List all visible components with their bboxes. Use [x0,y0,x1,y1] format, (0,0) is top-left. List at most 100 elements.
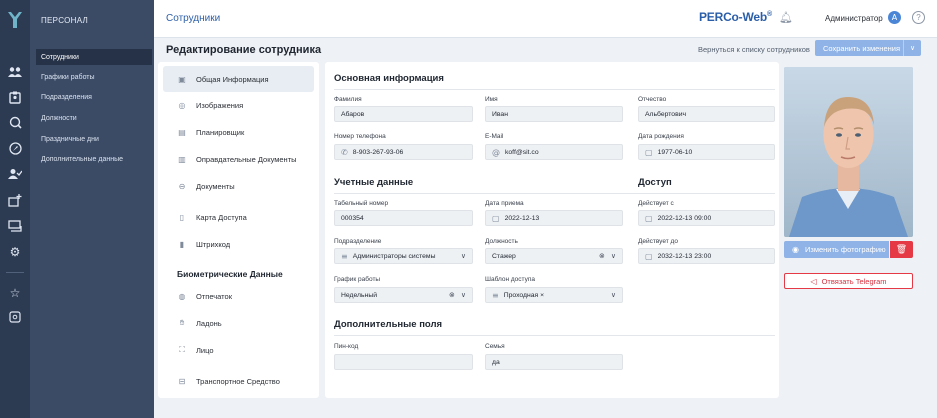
id-badge-icon[interactable] [7,89,23,105]
patronymic-value: Альбертович [645,110,687,118]
save-button[interactable]: Сохранить изменения ∨ [815,40,921,56]
sidebar-item-additional-data[interactable]: Дополнительные данные [36,151,152,167]
birth-date-value: 1977-06-10 [657,148,693,156]
settings-gear-icon[interactable]: ⚙ [7,244,23,260]
calendar-icon: ▢ [645,251,653,261]
nav-documents[interactable]: ⊖ Документы [163,173,314,199]
nav-palm[interactable]: ✋︎ Ладонь [163,310,314,336]
add-device-icon[interactable] [7,192,23,208]
monitor-icon[interactable] [7,218,23,234]
bell-icon[interactable]: 🔔︎ [779,11,793,24]
change-photo-button[interactable]: ◉ Изменить фотографию [784,241,889,258]
nav-scheduler[interactable]: ▤ Планировщик [163,119,314,145]
chevron-down-icon[interactable]: ∨ [611,291,616,299]
hire-date-field[interactable]: ▢ 2022-12-13 [485,210,623,226]
last-name-field[interactable]: Абаров [334,106,473,122]
first-name-label: Имя [485,96,498,103]
email-field[interactable]: @ koff@sit.co [485,144,623,160]
birth-date-field[interactable]: ▢ 1977-06-10 [638,144,775,160]
star-icon[interactable]: ☆ [7,285,23,301]
telegram-icon: ◁ [810,276,817,286]
patronymic-label: Отчество [638,96,667,103]
sidebar-item-label: Сотрудники [41,53,79,61]
position-select[interactable]: Стажер ⊗ ∨ [485,248,623,264]
family-value: да [492,358,500,366]
schedule-select[interactable]: Недельный ⊗ ∨ [334,287,473,303]
sidebar-item-holidays[interactable]: Праздничные дни [36,131,152,147]
nav-label: Карта Доступа [196,212,247,222]
schedule-label: График работы [334,276,381,283]
nav-justification-docs[interactable]: ▥ Оправдательные Документы [163,146,314,172]
personnel-number-field[interactable]: 000354 [334,210,473,226]
chevron-down-icon[interactable]: ∨ [461,291,466,299]
valid-to-label: Действует до [638,238,678,245]
sidebar-item-schedules[interactable]: Графики работы [36,69,152,85]
extra-fields-title: Дополнительные поля [334,319,443,330]
help-icon[interactable]: ? [912,11,925,24]
nav-label: Оправдательные Документы [196,154,297,164]
access-template-tag[interactable]: Проходная × [504,292,544,299]
nav-vehicle[interactable]: ⊟ Транспортное Средство [163,368,314,394]
barcode-icon: ▮ [179,239,185,249]
back-to-list-link[interactable]: Вернуться к списку сотрудников [698,45,810,54]
patronymic-field[interactable]: Альбертович [638,106,775,122]
chevron-down-icon[interactable]: ∨ [611,252,616,260]
valid-from-field[interactable]: ▢ 2022-12-13 09:00 [638,210,775,226]
nav-label: Отпечаток [196,291,232,301]
brand-text: PERCo-Web [699,10,767,24]
rail-divider [6,272,24,273]
nav-general-info[interactable]: ▣ Общая Информация [163,66,314,92]
valid-from-label: Действует с [638,200,674,207]
access-title: Доступ [638,177,672,188]
clear-icon[interactable]: ⊗ [449,291,455,299]
clear-icon[interactable]: ⊗ [599,252,605,260]
nav-barcode[interactable]: ▮ Штрихкод [163,231,314,257]
calendar-icon: ▢ [645,147,653,157]
access-template-select[interactable]: ≡ Проходная × ∨ [485,287,623,303]
chevron-down-icon[interactable]: ∨ [461,252,466,260]
first-name-field[interactable]: Иван [485,106,623,122]
position-label: Должность [485,238,518,245]
department-select[interactable]: ≡ Администраторы системы ∨ [334,248,473,264]
perco-logo[interactable] [0,0,30,40]
palm-icon: ✋︎ [179,318,185,327]
calendar-icon: ▢ [645,213,653,223]
access-point-icon[interactable] [7,114,23,130]
card-icon: ▣ [178,74,186,84]
email-label: E-Mail [485,133,504,140]
family-field[interactable]: да [485,354,623,370]
compass-icon[interactable] [7,140,23,156]
list-icon: ≡ [492,290,499,300]
last-name-label: Фамилия [334,96,362,103]
phone-label: Номер телефона [334,133,386,140]
sidebar-item-positions[interactable]: Должности [36,110,152,126]
nav-images[interactable]: ◎ Изображения [163,92,314,118]
nav-label: Ладонь [196,318,222,328]
nav-label: Документы [196,181,235,191]
tag-remove-icon[interactable]: × [540,292,544,299]
delete-photo-button[interactable]: 🗑︎ [890,241,913,258]
nav-face[interactable]: ⛶ Лицо [163,337,314,363]
car-icon: ⊟ [178,376,186,386]
shield-icon[interactable] [7,309,23,325]
user-name[interactable]: Администратор [825,14,883,23]
staff-icon[interactable] [7,64,23,80]
unlink-telegram-button[interactable]: ◁ Отвязать Telegram [784,273,913,289]
phone-field[interactable]: ✆ 8-903-267-93-06 [334,144,473,160]
user-check-icon[interactable] [7,166,23,182]
valid-to-field[interactable]: ▢ 2032-12-13 23:00 [638,248,775,264]
sidebar-item-departments[interactable]: Подразделения [36,89,152,105]
access-template-value: Проходная [503,291,539,299]
nav-access-card[interactable]: ▯ Карта Доступа [163,204,314,230]
unlink-telegram-label: Отвязать Telegram [821,276,887,286]
sidebar-item-employees[interactable]: Сотрудники [36,49,152,65]
personnel-number-value: 000354 [341,214,364,222]
nav-fingerprint[interactable]: ◍ Отпечаток [163,283,314,309]
pin-field[interactable] [334,354,473,370]
passport-icon: ⊖ [178,181,186,191]
sidebar-item-label: Дополнительные данные [41,155,123,163]
avatar[interactable]: А [888,11,901,24]
chevron-down-icon[interactable]: ∨ [903,40,921,56]
nav-label: Изображения [196,100,244,110]
sidebar-item-label: Праздничные дни [41,135,99,143]
